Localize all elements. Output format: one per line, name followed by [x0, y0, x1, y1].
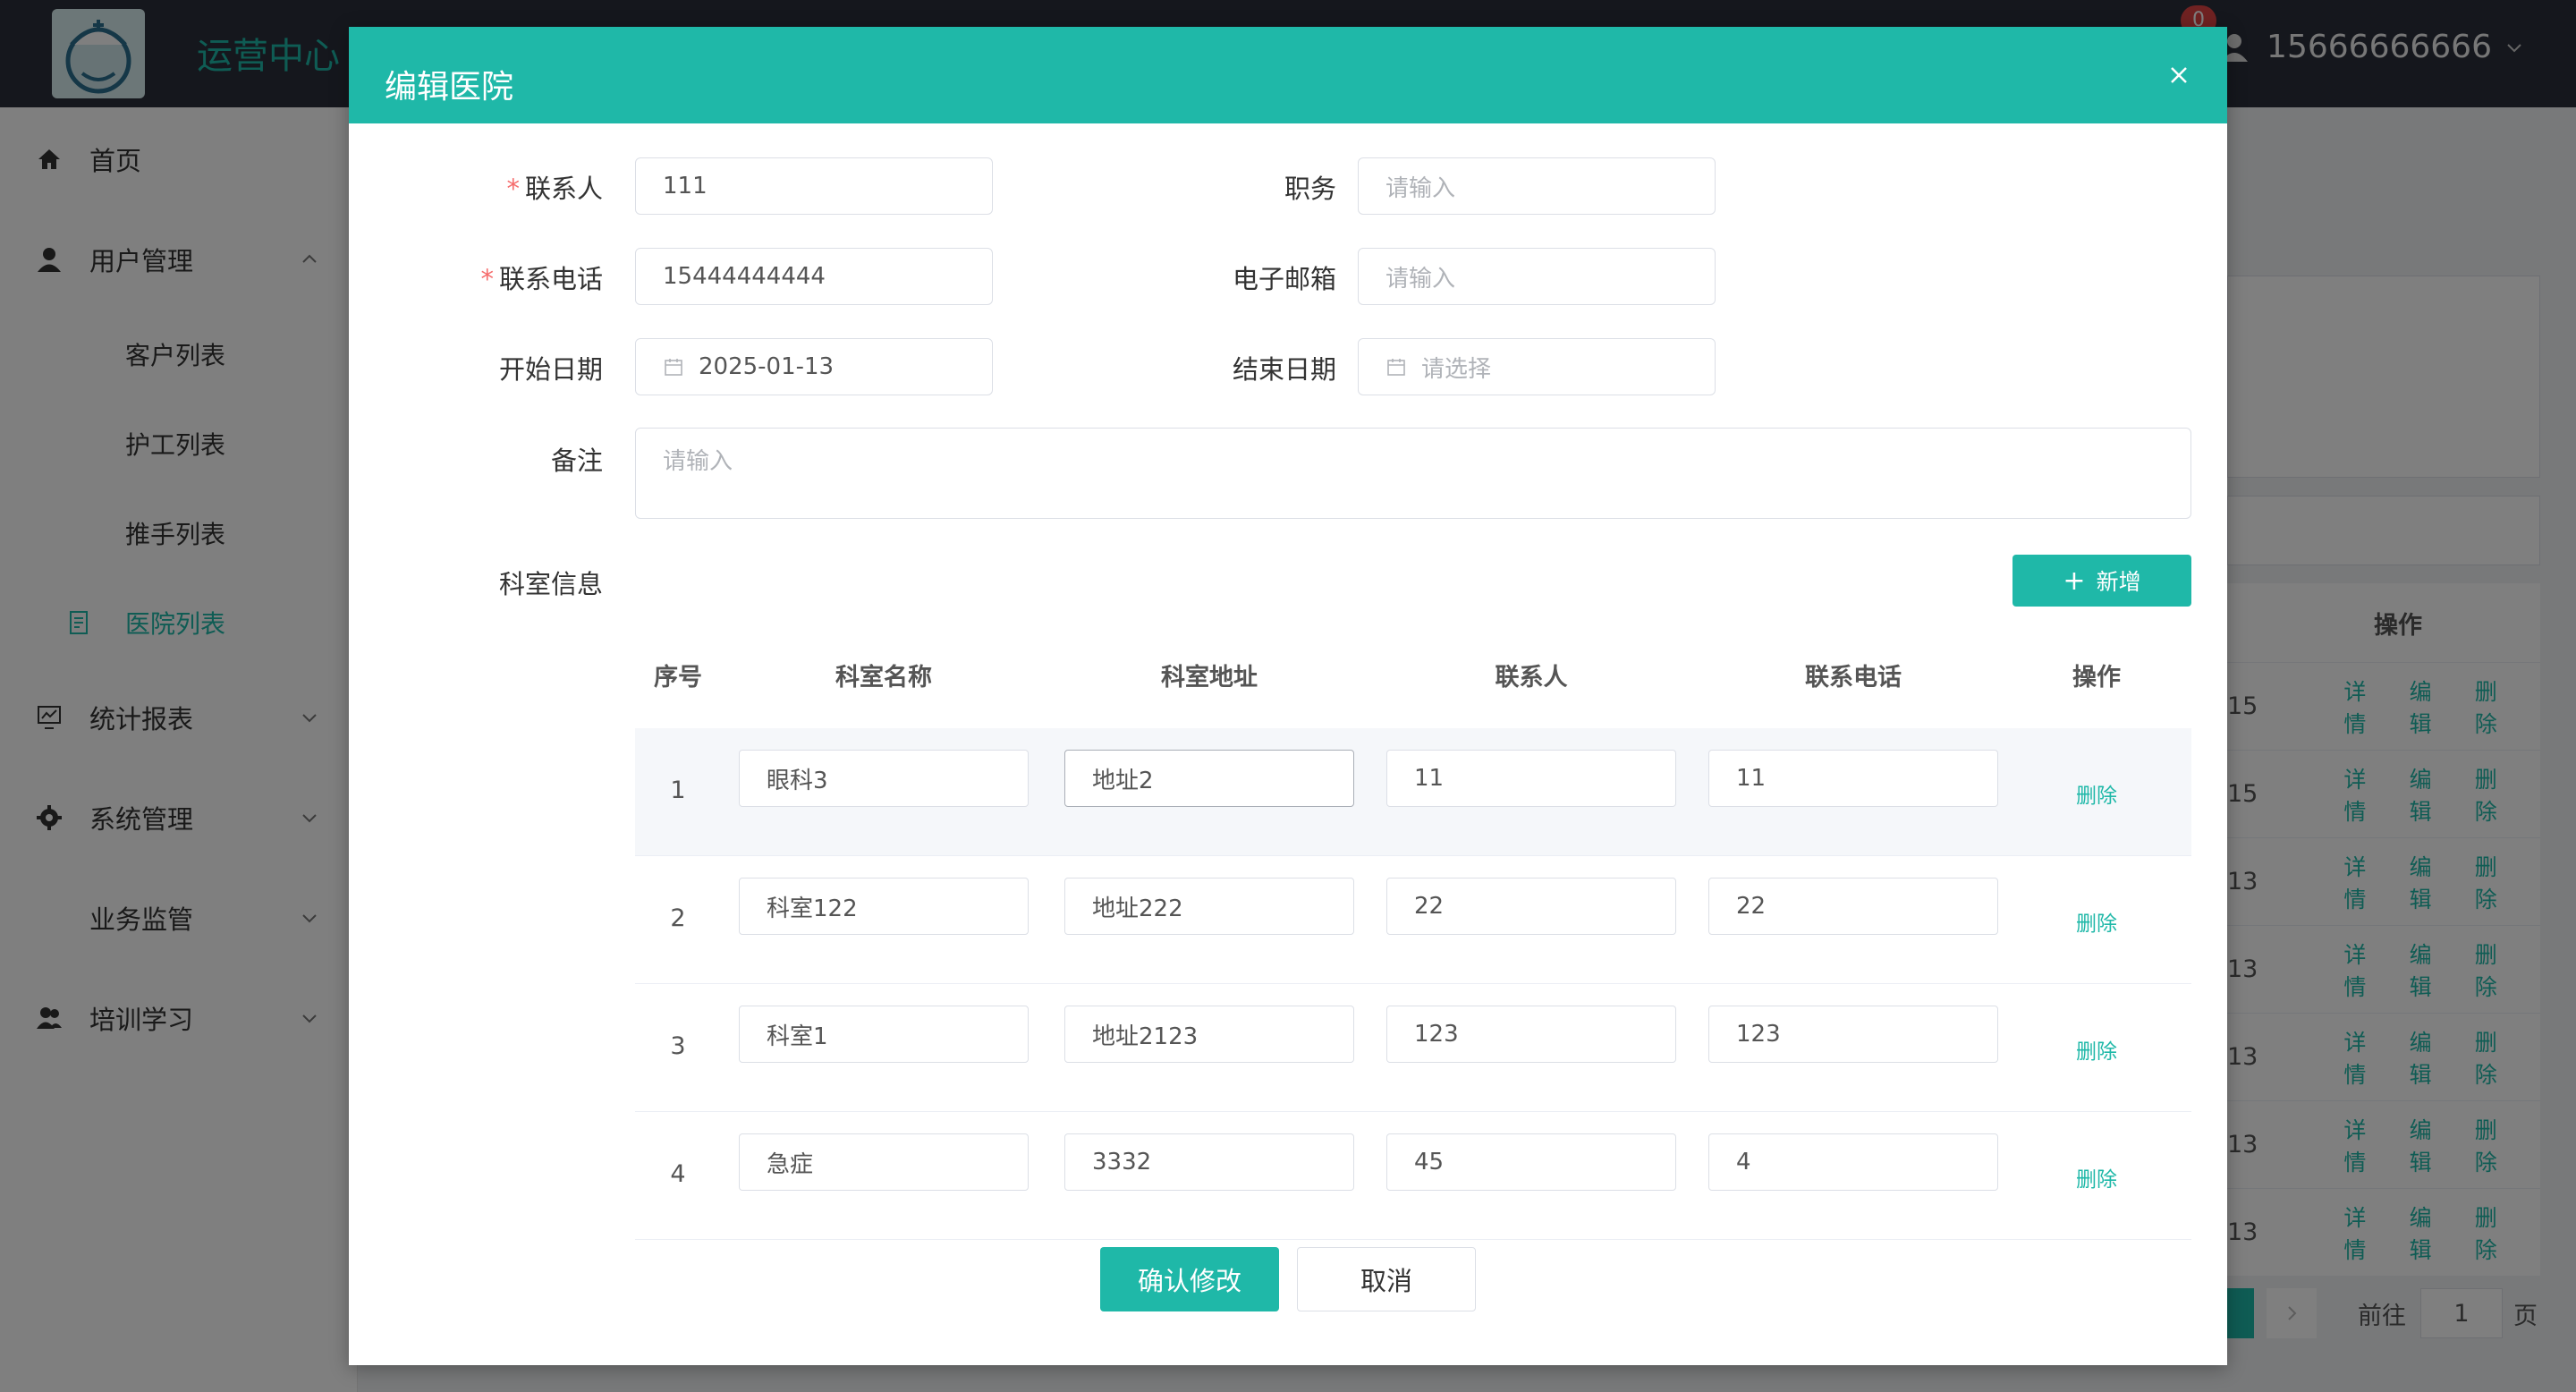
table-row: 2 科室122 地址222 22 22 删除	[635, 856, 2191, 984]
add-dept-label: 新增	[2096, 569, 2141, 595]
phone-input[interactable]: 15444444444	[635, 248, 993, 305]
dept-address-input[interactable]: 3332	[1064, 1133, 1354, 1191]
table-row: 3 科室1 地址2123 123 123 删除	[635, 984, 2191, 1112]
dept-contact-input[interactable]: 11	[1386, 750, 1676, 807]
dept-contact-input[interactable]: 22	[1386, 878, 1676, 935]
dept-name-input[interactable]: 眼科3	[739, 750, 1029, 807]
position-label: 职务	[1284, 174, 1336, 204]
delete-row-link[interactable]: 删除	[2043, 906, 2150, 937]
calendar-icon	[665, 359, 682, 376]
dept-phone-input[interactable]: 123	[1708, 1006, 1998, 1063]
close-icon[interactable]	[2166, 63, 2191, 88]
remark-textarea[interactable]: 请输入	[635, 428, 2191, 519]
start-date-value: 2025-01-13	[699, 353, 835, 380]
column-header: 联系电话	[1805, 664, 1902, 692]
table-row: 4 急症 3332 45 4 删除	[635, 1112, 2191, 1240]
end-date-placeholder: 请选择	[1421, 355, 1492, 383]
dept-name-input[interactable]: 科室122	[739, 878, 1029, 935]
delete-row-link[interactable]: 删除	[2043, 1162, 2150, 1193]
dept-table: 序号 科室名称 科室地址 联系人 联系电话 操作 1 眼科3 地址2 11 11 删除 2 科…	[635, 628, 2191, 1240]
plus-icon: +	[2063, 564, 2086, 597]
start-date-label: 开始日期	[498, 354, 603, 385]
remark-label: 备注	[550, 446, 603, 476]
row-number: 1	[670, 777, 686, 804]
dept-table-header: 序号 科室名称 科室地址 联系人 联系电话 操作	[635, 628, 2191, 728]
table-row: 1 眼科3 地址2 11 11 删除	[635, 728, 2191, 856]
row-number: 2	[670, 904, 686, 932]
phone-label: * 联系电话	[480, 264, 603, 294]
end-date-label: 结束日期	[1232, 354, 1336, 385]
dept-phone-input[interactable]: 22	[1708, 878, 1998, 935]
dept-section-label: 科室信息	[498, 569, 603, 599]
delete-row-link[interactable]: 删除	[2043, 778, 2150, 809]
column-header: 科室地址	[1161, 664, 1258, 692]
add-dept-button[interactable]: + 新增	[2012, 555, 2191, 607]
email-input[interactable]: 请输入	[1358, 248, 1716, 305]
dept-address-input[interactable]: 地址2123	[1064, 1006, 1354, 1063]
dept-address-input[interactable]: 地址2	[1064, 750, 1354, 807]
contact-label: * 联系人	[506, 174, 603, 204]
delete-row-link[interactable]: 删除	[2043, 1034, 2150, 1065]
row-number: 4	[670, 1160, 686, 1188]
dept-address-input[interactable]: 地址222	[1064, 878, 1354, 935]
calendar-icon	[1387, 359, 1405, 376]
cancel-button[interactable]: 取消	[1297, 1247, 1476, 1311]
edit-hospital-dialog: 编辑医院 * 联系人 111 职务 请输入 * 联系电话 15444444444 电…	[349, 27, 2227, 1365]
column-header: 序号	[654, 664, 702, 692]
dept-phone-input[interactable]: 11	[1708, 750, 1998, 807]
dept-phone-input[interactable]: 4	[1708, 1133, 1998, 1191]
confirm-button[interactable]: 确认修改	[1100, 1247, 1279, 1311]
position-input[interactable]: 请输入	[1358, 157, 1716, 215]
dept-contact-input[interactable]: 123	[1386, 1006, 1676, 1063]
email-label: 电子邮箱	[1232, 264, 1336, 294]
dept-name-input[interactable]: 急症	[739, 1133, 1029, 1191]
row-number: 3	[670, 1032, 686, 1060]
dept-name-input[interactable]: 科室1	[739, 1006, 1029, 1063]
dialog-title: 编辑医院	[385, 69, 514, 106]
column-header: 联系人	[1495, 664, 1568, 692]
column-header: 科室名称	[835, 664, 932, 692]
column-header: 操作	[2072, 664, 2121, 692]
end-date-picker[interactable]: 请选择	[1358, 338, 1716, 395]
start-date-picker[interactable]: 2025-01-13	[635, 338, 993, 395]
dialog-header: 编辑医院	[349, 27, 2227, 123]
dept-contact-input[interactable]: 45	[1386, 1133, 1676, 1191]
contact-input[interactable]: 111	[635, 157, 993, 215]
